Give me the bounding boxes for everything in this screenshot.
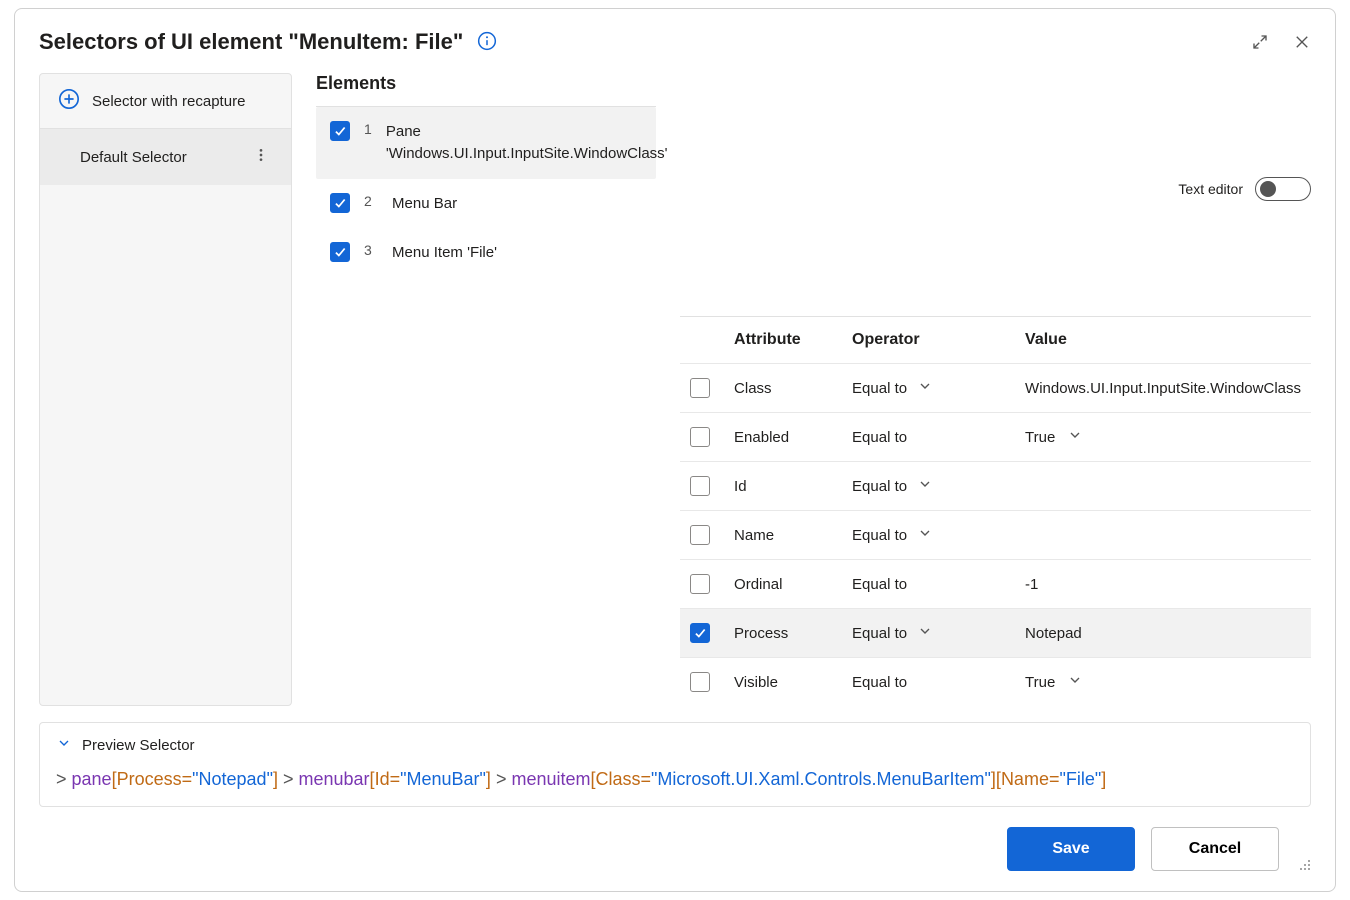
attribute-name: Id <box>734 478 844 495</box>
dialog-title: Selectors of UI element "MenuItem: File" <box>39 29 463 55</box>
attribute-name: Name <box>734 527 844 544</box>
element-checkbox[interactable] <box>330 121 350 141</box>
attribute-row[interactable]: Process Equal to Notepad <box>680 608 1311 657</box>
operator-label: Equal to <box>852 576 907 593</box>
value-column-header: Value <box>1025 331 1301 349</box>
element-label: Menu Item 'File' <box>392 242 497 264</box>
plus-circle-icon <box>58 88 80 114</box>
selectors-sidebar: Selector with recapture Default Selector <box>39 73 292 706</box>
more-vertical-icon[interactable] <box>245 141 277 173</box>
selector-builder-dialog: Selectors of UI element "MenuItem: File" <box>14 8 1336 892</box>
close-icon[interactable] <box>1293 33 1311 51</box>
dialog-header: Selectors of UI element "MenuItem: File" <box>39 29 1311 55</box>
element-checkbox[interactable] <box>330 193 350 213</box>
value-label: Windows.UI.Input.InputSite.WindowClass <box>1025 380 1301 397</box>
chevron-down-icon <box>56 735 72 755</box>
attributes-rows-container: Class Equal to Windows.UI.Input.InputSite.… <box>680 363 1311 706</box>
element-index: 2 <box>364 193 378 209</box>
text-editor-toggle-row: Text editor <box>680 73 1311 317</box>
cancel-button[interactable]: Cancel <box>1151 827 1279 871</box>
value-label: Notepad <box>1025 625 1082 642</box>
element-label: Menu Bar <box>392 193 457 215</box>
preview-selector-toggle[interactable]: Preview Selector <box>56 735 1294 755</box>
operator-column-header: Operator <box>852 331 1017 349</box>
operator-label: Equal to <box>852 429 907 446</box>
value-cell[interactable]: Notepad <box>1025 625 1301 642</box>
chevron-down-icon <box>917 476 933 496</box>
operator-cell[interactable]: Equal to <box>852 525 1017 545</box>
attribute-checkbox[interactable] <box>690 525 710 545</box>
attributes-header-row: Attribute Operator Value <box>680 317 1311 363</box>
element-index: 1 <box>364 121 372 137</box>
add-selector-with-recapture[interactable]: Selector with recapture <box>40 74 291 129</box>
attribute-name: Process <box>734 625 844 642</box>
attribute-row[interactable]: Id Equal to <box>680 461 1311 510</box>
attribute-column-header: Attribute <box>734 331 844 349</box>
text-editor-label: Text editor <box>1178 181 1243 197</box>
chevron-down-icon <box>917 378 933 398</box>
operator-label: Equal to <box>852 478 907 495</box>
attribute-checkbox[interactable] <box>690 672 710 692</box>
operator-cell[interactable]: Equal to <box>852 623 1017 643</box>
attribute-row[interactable]: Ordinal Equal to -1 <box>680 559 1311 608</box>
dialog-footer: Save Cancel <box>39 827 1311 871</box>
attribute-row[interactable]: Class Equal to Windows.UI.Input.InputSite.… <box>680 363 1311 412</box>
chevron-down-icon <box>1067 672 1083 692</box>
attribute-name: Visible <box>734 674 844 691</box>
info-icon[interactable] <box>477 31 497 54</box>
add-selector-label: Selector with recapture <box>92 93 245 110</box>
resize-handle-icon[interactable] <box>1295 855 1311 871</box>
elements-header: Elements <box>316 73 396 94</box>
attribute-name: Ordinal <box>734 576 844 593</box>
value-label: True <box>1025 429 1055 446</box>
element-label: Pane 'Windows.UI.Input.InputSite.WindowC… <box>386 121 668 165</box>
attribute-checkbox[interactable] <box>690 623 710 643</box>
preview-selector-code: > pane[Process="Notepad"] > menubar[Id="… <box>56 765 1294 794</box>
operator-cell[interactable]: Equal to <box>852 576 1017 593</box>
value-cell[interactable]: -1 <box>1025 576 1301 593</box>
chevron-down-icon <box>1067 427 1083 447</box>
attribute-checkbox[interactable] <box>690 476 710 496</box>
value-cell[interactable]: Windows.UI.Input.InputSite.WindowClass <box>1025 380 1301 397</box>
attribute-row[interactable]: Enabled Equal to True <box>680 412 1311 461</box>
chevron-down-icon <box>917 525 933 545</box>
attributes-column: Text editor Attribute Operator Value Cla… <box>680 73 1311 706</box>
sidebar-item-default-selector[interactable]: Default Selector <box>40 129 291 185</box>
attribute-row[interactable]: Name Equal to <box>680 510 1311 559</box>
value-label: True <box>1025 674 1055 691</box>
preview-selector-panel: Preview Selector > pane[Process="Notepad… <box>39 722 1311 807</box>
text-editor-toggle[interactable] <box>1255 177 1311 201</box>
operator-cell[interactable]: Equal to <box>852 429 1017 446</box>
element-row[interactable]: 3 Menu Item 'File' <box>316 228 656 278</box>
operator-cell[interactable]: Equal to <box>852 674 1017 691</box>
element-index: 3 <box>364 242 378 258</box>
dialog-body: Selector with recapture Default Selector… <box>39 73 1311 706</box>
attribute-checkbox[interactable] <box>690 378 710 398</box>
operator-label: Equal to <box>852 380 907 397</box>
expand-icon[interactable] <box>1251 33 1269 51</box>
element-row[interactable]: 1 Pane 'Windows.UI.Input.InputSite.Windo… <box>316 107 656 179</box>
value-label: -1 <box>1025 576 1038 593</box>
attribute-name: Class <box>734 380 844 397</box>
save-button[interactable]: Save <box>1007 827 1135 871</box>
elements-column: Elements 1 Pane 'Windows.UI.Input.InputS… <box>316 73 656 706</box>
attribute-name: Enabled <box>734 429 844 446</box>
value-cell[interactable]: True <box>1025 672 1301 692</box>
value-cell[interactable]: True <box>1025 427 1301 447</box>
preview-header-label: Preview Selector <box>82 737 195 754</box>
sidebar-item-label: Default Selector <box>80 149 187 166</box>
operator-label: Equal to <box>852 674 907 691</box>
element-checkbox[interactable] <box>330 242 350 262</box>
attribute-checkbox[interactable] <box>690 427 710 447</box>
operator-label: Equal to <box>852 527 907 544</box>
attribute-checkbox[interactable] <box>690 574 710 594</box>
chevron-down-icon <box>917 623 933 643</box>
element-row[interactable]: 2 Menu Bar <box>316 179 656 229</box>
attribute-row[interactable]: Visible Equal to True <box>680 657 1311 706</box>
operator-cell[interactable]: Equal to <box>852 476 1017 496</box>
operator-label: Equal to <box>852 625 907 642</box>
operator-cell[interactable]: Equal to <box>852 378 1017 398</box>
